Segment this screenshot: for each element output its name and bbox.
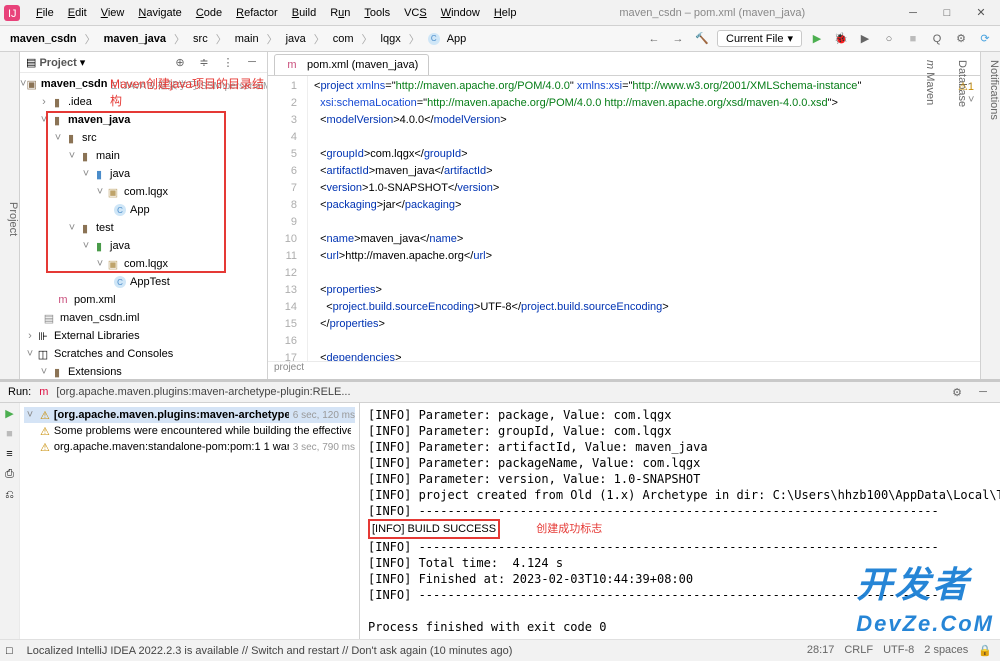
maven-icon: m	[39, 386, 48, 398]
menubar: File Edit View Navigate Code Refactor Bu…	[26, 2, 526, 24]
window-title: maven_csdn – pom.xml (maven_java)	[526, 7, 898, 19]
crumb-4[interactable]: java	[282, 32, 310, 46]
crumb-0[interactable]: maven_csdn	[6, 32, 81, 46]
app-icon: IJ	[4, 5, 20, 21]
debug-button[interactable]: 🐞	[832, 30, 850, 48]
menu-edit[interactable]: Edit	[62, 5, 93, 21]
coverage-button[interactable]: ▶	[856, 30, 874, 48]
pin-icon[interactable]: ⎙	[5, 468, 14, 481]
watermark: 开发者DevZe.CoM	[856, 568, 994, 641]
run-hide-icon[interactable]: ─	[974, 383, 992, 401]
readonly-icon[interactable]: 🔒	[978, 644, 992, 657]
menu-build[interactable]: Build	[286, 5, 322, 21]
project-combo[interactable]: ▤ Project ▾	[26, 56, 85, 69]
profile-button[interactable]: ○	[880, 30, 898, 48]
maximize-button[interactable]: □	[932, 3, 962, 23]
forward-button[interactable]: →	[669, 30, 687, 48]
menu-code[interactable]: Code	[190, 5, 228, 21]
menu-window[interactable]: Window	[435, 5, 486, 21]
status-message[interactable]: Localized IntelliJ IDEA 2022.2.3 is avai…	[19, 645, 807, 657]
caret-position[interactable]: 28:17	[807, 644, 835, 657]
indent[interactable]: 2 spaces	[924, 644, 968, 657]
settings-button[interactable]: ⚙	[952, 30, 970, 48]
run-settings-icon[interactable]: ⚙	[948, 383, 966, 401]
code-area[interactable]: 1234567891011121314151617181920 <project…	[268, 76, 980, 361]
notifications-tool[interactable]: Notifications	[988, 60, 1000, 379]
project-tree[interactable]: ˅▣maven_csdn E:\JAVA\9 框架学习\SSM\personal…	[20, 73, 267, 379]
encoding[interactable]: UTF-8	[883, 644, 914, 657]
menu-navigate[interactable]: Navigate	[132, 5, 187, 21]
menu-run[interactable]: Run	[324, 5, 356, 21]
close-button[interactable]: ✕	[966, 3, 996, 23]
toggle-tests-icon[interactable]: ≡	[6, 448, 12, 460]
run-panel: Run: m [org.apache.maven.plugins:maven-a…	[0, 379, 1000, 639]
breadcrumb: maven_csdn〉 maven_java〉 src〉 main〉 java〉…	[6, 31, 641, 47]
line-sep[interactable]: CRLF	[844, 644, 873, 657]
search-button[interactable]: Q	[928, 30, 946, 48]
collapse-icon[interactable]: ⋮	[219, 53, 237, 71]
crumb-7[interactable]: CApp	[424, 32, 471, 46]
run-tree[interactable]: ˅⚠[org.apache.maven.plugins:maven-archet…	[20, 403, 360, 639]
menu-file[interactable]: File	[30, 5, 60, 21]
editor: mpom.xml (maven_java) 123456789101112131…	[268, 52, 980, 379]
menu-view[interactable]: View	[95, 5, 131, 21]
minimize-button[interactable]: ─	[898, 3, 928, 23]
run-config-combo[interactable]: Current File ▾	[717, 30, 802, 47]
toolbar: maven_csdn〉 maven_java〉 src〉 main〉 java〉…	[0, 26, 1000, 52]
project-tool-button[interactable]: Project	[0, 52, 20, 379]
crumb-6[interactable]: lqgx	[377, 32, 405, 46]
menu-vcs[interactable]: VCS	[398, 5, 433, 21]
rerun-button[interactable]: ▶	[5, 407, 13, 420]
menu-tools[interactable]: Tools	[358, 5, 396, 21]
run-config-name[interactable]: [org.apache.maven.plugins:maven-archetyp…	[56, 386, 350, 398]
up-stack-icon[interactable]: ⎌	[5, 489, 14, 502]
menu-refactor[interactable]: Refactor	[230, 5, 284, 21]
menu-help[interactable]: Help	[488, 5, 523, 21]
run-button[interactable]: ▶	[808, 30, 826, 48]
editor-breadcrumb[interactable]: project	[268, 361, 980, 379]
back-button[interactable]: ←	[645, 30, 663, 48]
titlebar: IJ File Edit View Navigate Code Refactor…	[0, 0, 1000, 26]
annotation-tree: Maven创建java项目的目录结构	[110, 75, 267, 109]
crumb-2[interactable]: src	[189, 32, 212, 46]
svg-text:IJ: IJ	[8, 8, 17, 20]
hide-panel-icon[interactable]: ─	[243, 53, 261, 71]
select-opened-file-icon[interactable]: ⊕	[171, 53, 189, 71]
crumb-3[interactable]: main	[231, 32, 263, 46]
crumb-5[interactable]: com	[329, 32, 358, 46]
stop-button[interactable]: ■	[904, 30, 922, 48]
editor-tab[interactable]: mpom.xml (maven_java)	[274, 54, 429, 75]
stop-run-button[interactable]: ■	[6, 428, 13, 440]
expand-all-icon[interactable]: ≑	[195, 53, 213, 71]
sync-icon[interactable]: ⟳	[976, 30, 994, 48]
crumb-1[interactable]: maven_java	[100, 32, 170, 46]
run-tab-label[interactable]: Run:	[8, 386, 31, 398]
build-button[interactable]: 🔨	[693, 30, 711, 48]
project-sidebar: ▤ Project ▾ ⊕ ≑ ⋮ ─ ˅▣maven_csdn E:\JAVA…	[20, 52, 268, 379]
